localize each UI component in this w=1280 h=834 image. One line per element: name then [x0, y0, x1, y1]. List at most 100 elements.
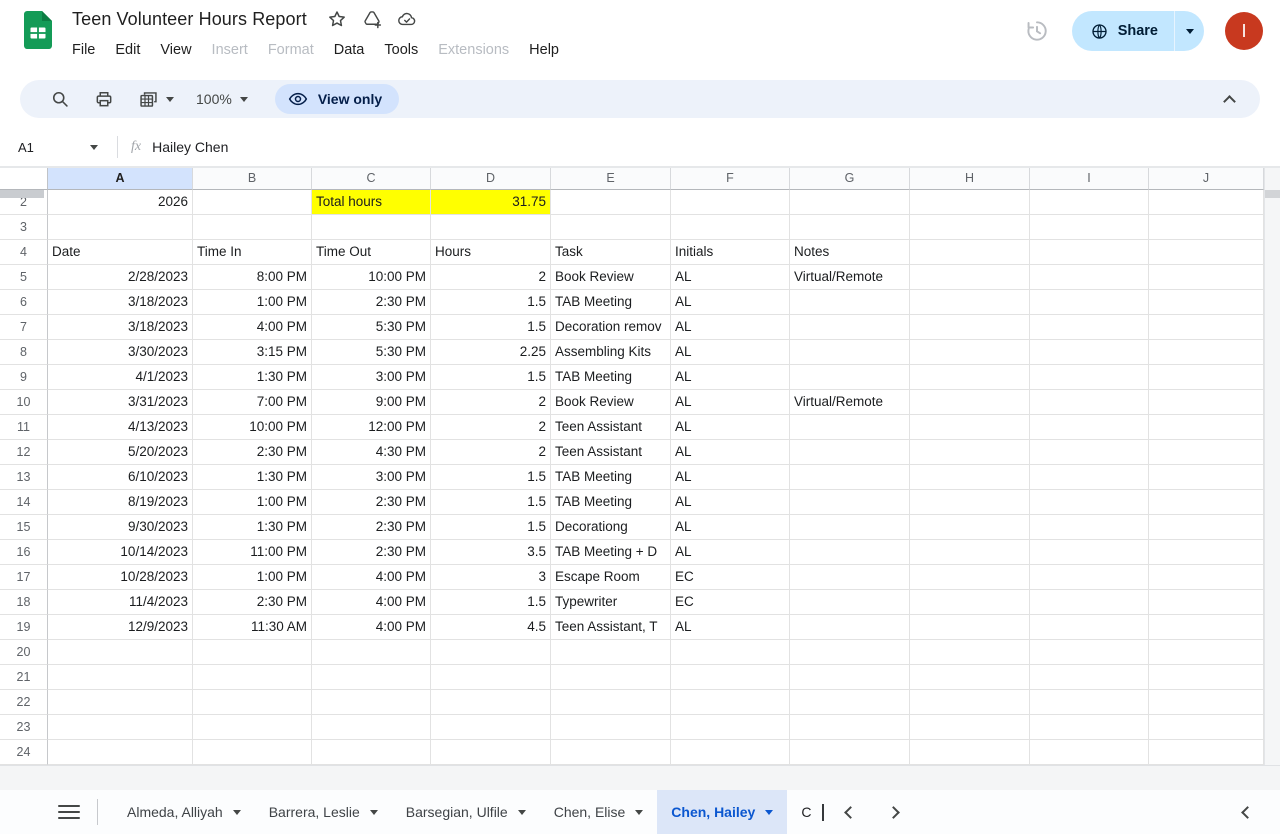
cell-C20[interactable]	[312, 640, 431, 665]
column-header-C[interactable]: C	[312, 168, 431, 190]
cell-H22[interactable]	[910, 690, 1030, 715]
cell-J8[interactable]	[1149, 340, 1264, 365]
cell-E3[interactable]	[551, 215, 671, 240]
cell-F24[interactable]	[671, 740, 790, 765]
row-header-16[interactable]: 16	[0, 540, 48, 565]
cell-F2[interactable]	[671, 190, 790, 215]
cell-J13[interactable]	[1149, 465, 1264, 490]
cell-I15[interactable]	[1030, 515, 1149, 540]
row-header-8[interactable]: 8	[0, 340, 48, 365]
cell-B15[interactable]: 1:30 PM	[193, 515, 312, 540]
cell-F9[interactable]: AL	[671, 365, 790, 390]
cell-A13[interactable]: 6/10/2023	[48, 465, 193, 490]
cell-B3[interactable]	[193, 215, 312, 240]
cell-F5[interactable]: AL	[671, 265, 790, 290]
cell-B18[interactable]: 2:30 PM	[193, 590, 312, 615]
cell-G11[interactable]	[790, 415, 910, 440]
cell-G21[interactable]	[790, 665, 910, 690]
cell-I10[interactable]	[1030, 390, 1149, 415]
cell-E23[interactable]	[551, 715, 671, 740]
cell-G23[interactable]	[790, 715, 910, 740]
cell-F11[interactable]: AL	[671, 415, 790, 440]
cell-E14[interactable]: TAB Meeting	[551, 490, 671, 515]
cell-C17[interactable]: 4:00 PM	[312, 565, 431, 590]
cell-A8[interactable]: 3/30/2023	[48, 340, 193, 365]
cell-I22[interactable]	[1030, 690, 1149, 715]
cell-G7[interactable]	[790, 315, 910, 340]
menu-help[interactable]: Help	[519, 39, 569, 61]
row-header-11[interactable]: 11	[0, 415, 48, 440]
cell-B4[interactable]: Time In	[193, 240, 312, 265]
cell-D19[interactable]: 4.5	[431, 615, 551, 640]
cell-G6[interactable]	[790, 290, 910, 315]
chevron-down-icon[interactable]	[765, 809, 774, 815]
cell-B13[interactable]: 1:30 PM	[193, 465, 312, 490]
cell-C3[interactable]	[312, 215, 431, 240]
cell-F23[interactable]	[671, 715, 790, 740]
cell-C8[interactable]: 5:30 PM	[312, 340, 431, 365]
cell-I5[interactable]	[1030, 265, 1149, 290]
cell-I12[interactable]	[1030, 440, 1149, 465]
cell-J10[interactable]	[1149, 390, 1264, 415]
cell-E13[interactable]: TAB Meeting	[551, 465, 671, 490]
cell-I24[interactable]	[1030, 740, 1149, 765]
cell-I14[interactable]	[1030, 490, 1149, 515]
cell-G4[interactable]: Notes	[790, 240, 910, 265]
cell-E24[interactable]	[551, 740, 671, 765]
cell-A3[interactable]	[48, 215, 193, 240]
cell-J4[interactable]	[1149, 240, 1264, 265]
cell-D5[interactable]: 2	[431, 265, 551, 290]
menu-view[interactable]: View	[150, 39, 201, 61]
cell-J3[interactable]	[1149, 215, 1264, 240]
cell-C4[interactable]: Time Out	[312, 240, 431, 265]
cell-I20[interactable]	[1030, 640, 1149, 665]
row-header-23[interactable]: 23	[0, 715, 48, 740]
cell-F22[interactable]	[671, 690, 790, 715]
cell-B12[interactable]: 2:30 PM	[193, 440, 312, 465]
chevron-down-icon[interactable]	[232, 809, 241, 815]
sheets-logo-icon[interactable]	[24, 11, 52, 49]
cell-C15[interactable]: 2:30 PM	[312, 515, 431, 540]
cell-C2[interactable]: Total hours	[312, 190, 431, 215]
cell-B17[interactable]: 1:00 PM	[193, 565, 312, 590]
account-avatar[interactable]: I	[1225, 12, 1263, 50]
cell-H16[interactable]	[910, 540, 1030, 565]
cell-H5[interactable]	[910, 265, 1030, 290]
cell-E10[interactable]: Book Review	[551, 390, 671, 415]
cell-I16[interactable]	[1030, 540, 1149, 565]
cell-F21[interactable]	[671, 665, 790, 690]
cell-D22[interactable]	[431, 690, 551, 715]
cell-I18[interactable]	[1030, 590, 1149, 615]
cell-A23[interactable]	[48, 715, 193, 740]
cell-I21[interactable]	[1030, 665, 1149, 690]
cell-E18[interactable]: Typewriter	[551, 590, 671, 615]
cell-A7[interactable]: 3/18/2023	[48, 315, 193, 340]
cell-D14[interactable]: 1.5	[431, 490, 551, 515]
cell-I11[interactable]	[1030, 415, 1149, 440]
row-header-4[interactable]: 4	[0, 240, 48, 265]
cell-G3[interactable]	[790, 215, 910, 240]
cell-H14[interactable]	[910, 490, 1030, 515]
cell-G18[interactable]	[790, 590, 910, 615]
cell-D9[interactable]: 1.5	[431, 365, 551, 390]
add-to-drive-icon[interactable]	[361, 8, 383, 30]
row-header-14[interactable]: 14	[0, 490, 48, 515]
row-header-6[interactable]: 6	[0, 290, 48, 315]
cell-G19[interactable]	[790, 615, 910, 640]
cell-H18[interactable]	[910, 590, 1030, 615]
column-header-D[interactable]: D	[431, 168, 551, 190]
cell-B8[interactable]: 3:15 PM	[193, 340, 312, 365]
cell-H2[interactable]	[910, 190, 1030, 215]
cell-C12[interactable]: 4:30 PM	[312, 440, 431, 465]
row-header-5[interactable]: 5	[0, 265, 48, 290]
cell-H3[interactable]	[910, 215, 1030, 240]
row-header-21[interactable]: 21	[0, 665, 48, 690]
cell-G17[interactable]	[790, 565, 910, 590]
hide-menus-button[interactable]	[1223, 93, 1236, 111]
cell-F13[interactable]: AL	[671, 465, 790, 490]
cell-B23[interactable]	[193, 715, 312, 740]
cell-J18[interactable]	[1149, 590, 1264, 615]
chevron-down-icon[interactable]	[517, 809, 526, 815]
cell-E17[interactable]: Escape Room	[551, 565, 671, 590]
sheet-tab-barsegian-ulfile[interactable]: Barsegian, Ulfile	[392, 790, 540, 834]
